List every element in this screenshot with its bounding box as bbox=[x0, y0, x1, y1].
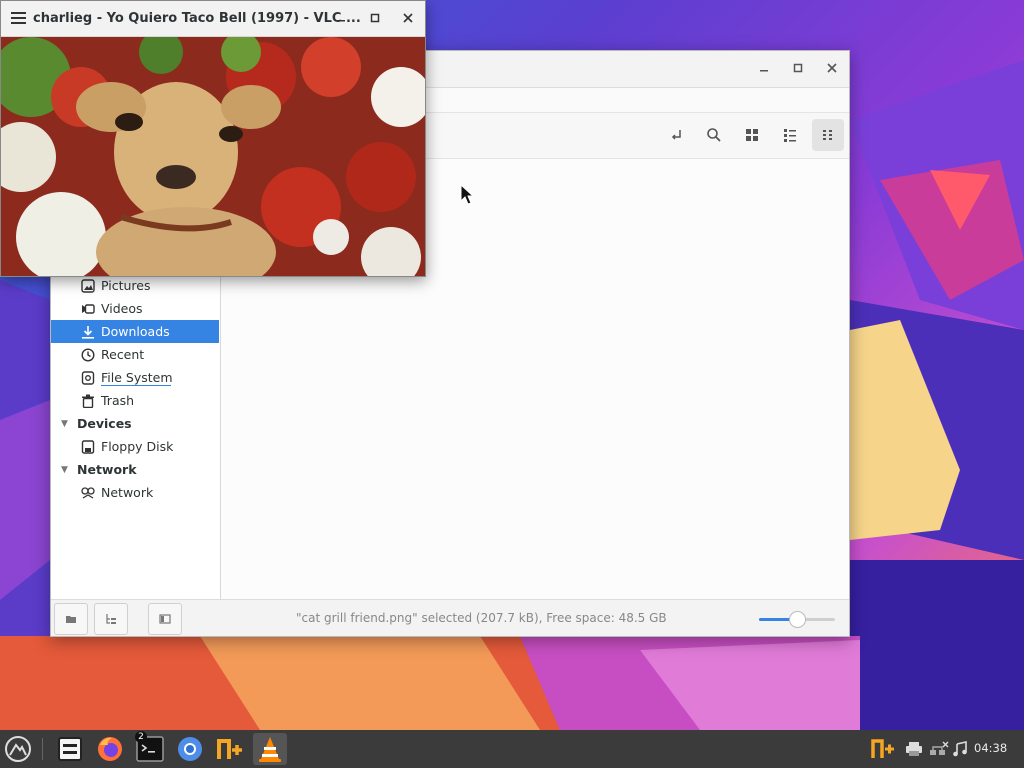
sidebar-section-network[interactable]: ▼ Network bbox=[51, 458, 219, 481]
list-icon bbox=[784, 129, 796, 142]
collapse-triangle-icon: ▼ bbox=[61, 464, 68, 475]
sidebar-item-label: Downloads bbox=[101, 324, 170, 339]
taskbar-chromium[interactable] bbox=[173, 733, 207, 765]
search-button[interactable] bbox=[698, 119, 730, 151]
n-plus-tray-icon bbox=[871, 739, 894, 758]
clock[interactable]: 04:38 bbox=[974, 741, 1007, 755]
maximize-button[interactable] bbox=[787, 60, 809, 80]
tree-icon bbox=[106, 614, 116, 624]
tray-volume[interactable] bbox=[943, 733, 977, 765]
sidebar-heading: Network bbox=[77, 462, 137, 477]
zoom-slider-handle[interactable] bbox=[788, 611, 806, 628]
sidebar-item-label: Network bbox=[101, 485, 154, 500]
sidebar-item-floppy-disk[interactable]: Floppy Disk bbox=[51, 435, 219, 458]
sidebar-item-videos[interactable]: Videos bbox=[51, 297, 219, 320]
vlc-maximize-button[interactable] bbox=[364, 10, 386, 30]
taskbar-firefox[interactable] bbox=[93, 733, 127, 765]
sidebar-item-file-system[interactable]: File System bbox=[51, 366, 219, 389]
mouse-cursor-icon bbox=[460, 184, 474, 205]
sidebar-item-trash[interactable]: Trash bbox=[51, 389, 219, 412]
n-plus-icon bbox=[217, 739, 242, 759]
status-text: "cat grill friend.png" selected (207.7 k… bbox=[296, 611, 667, 625]
download-icon bbox=[80, 324, 96, 340]
chromium-icon bbox=[178, 737, 202, 761]
sidebar-item-network[interactable]: Network bbox=[51, 481, 219, 504]
videos-icon bbox=[80, 301, 96, 317]
sidebar-item-label: Videos bbox=[101, 301, 143, 316]
drive-icon bbox=[80, 370, 96, 386]
taskbar-file-manager[interactable] bbox=[53, 733, 87, 765]
show-places-button[interactable] bbox=[54, 603, 88, 635]
taskbar-app-launcher[interactable] bbox=[213, 733, 247, 765]
sidebar-item-label: Recent bbox=[101, 347, 145, 362]
collapse-triangle-icon: ▼ bbox=[61, 418, 68, 429]
compact-list-icon bbox=[823, 130, 832, 140]
sidebar-item-label: Pictures bbox=[101, 278, 151, 293]
printer-icon bbox=[906, 742, 922, 756]
enter-location-icon bbox=[671, 130, 681, 140]
chihuahua-video-image bbox=[1, 37, 425, 276]
maximize-icon bbox=[793, 63, 803, 73]
sidebar-item-downloads[interactable]: Downloads bbox=[51, 320, 219, 343]
file-system-usage-bar bbox=[101, 385, 171, 386]
music-note-icon bbox=[953, 741, 967, 757]
maximize-icon bbox=[370, 13, 380, 23]
vlc-window: charlieg - Yo Quiero Taco Bell (1997) - … bbox=[0, 0, 426, 277]
show-tree-button[interactable] bbox=[94, 603, 128, 635]
minimize-icon bbox=[337, 20, 345, 22]
floppy-icon bbox=[80, 439, 96, 455]
start-menu-icon bbox=[5, 736, 31, 762]
close-icon bbox=[403, 13, 413, 23]
close-icon bbox=[827, 63, 837, 73]
sidebar-heading: Devices bbox=[77, 416, 132, 431]
close-button[interactable] bbox=[821, 60, 843, 80]
terminal-window-count-badge: 2 bbox=[135, 731, 147, 743]
pictures-icon bbox=[80, 278, 96, 294]
sidebar-item-pictures[interactable]: Pictures bbox=[51, 274, 219, 297]
taskbar-vlc[interactable] bbox=[253, 733, 287, 765]
file-cabinet-icon bbox=[58, 737, 82, 761]
icon-view-button[interactable] bbox=[736, 119, 768, 151]
tray-updates[interactable] bbox=[866, 733, 900, 765]
vlc-close-button[interactable] bbox=[397, 10, 419, 30]
start-menu-button[interactable] bbox=[1, 733, 35, 765]
statusbar: "cat grill friend.png" selected (207.7 k… bbox=[51, 599, 849, 636]
trash-icon bbox=[80, 393, 96, 409]
taskbar: 2 04:38 bbox=[0, 730, 1024, 768]
vlc-cone-icon bbox=[259, 737, 281, 762]
vlc-title: charlieg - Yo Quiero Taco Bell (1997) - … bbox=[33, 11, 361, 26]
recent-icon bbox=[80, 347, 96, 363]
folder-icon bbox=[66, 616, 76, 623]
sidebar-item-label: Floppy Disk bbox=[101, 439, 174, 454]
sidebar-item-label: File System bbox=[101, 370, 173, 385]
sidebar-item-label: Trash bbox=[101, 393, 135, 408]
list-view-button[interactable] bbox=[774, 119, 806, 151]
video-frame[interactable] bbox=[1, 37, 425, 276]
hamburger-menu-icon[interactable] bbox=[11, 12, 26, 28]
grid-icon bbox=[746, 129, 758, 141]
sidebar-toggle-icon bbox=[159, 614, 171, 624]
sidebar-item-recent[interactable]: Recent bbox=[51, 343, 219, 366]
minimize-button[interactable] bbox=[753, 60, 775, 80]
network-icon bbox=[80, 485, 96, 501]
taskbar-separator bbox=[42, 738, 43, 760]
taskbar-terminal[interactable]: 2 bbox=[133, 731, 167, 765]
compact-view-button[interactable] bbox=[812, 119, 844, 151]
vlc-titlebar[interactable]: charlieg - Yo Quiero Taco Bell (1997) - … bbox=[1, 1, 425, 37]
firefox-icon bbox=[98, 737, 122, 761]
open-location-button[interactable] bbox=[661, 119, 693, 151]
vlc-minimize-button[interactable] bbox=[330, 10, 352, 30]
search-icon bbox=[707, 128, 721, 142]
sidebar-section-devices[interactable]: ▼ Devices bbox=[51, 412, 219, 435]
toggle-sidebar-button[interactable] bbox=[148, 603, 182, 635]
minimize-icon bbox=[760, 70, 768, 72]
zoom-slider[interactable] bbox=[759, 611, 835, 628]
